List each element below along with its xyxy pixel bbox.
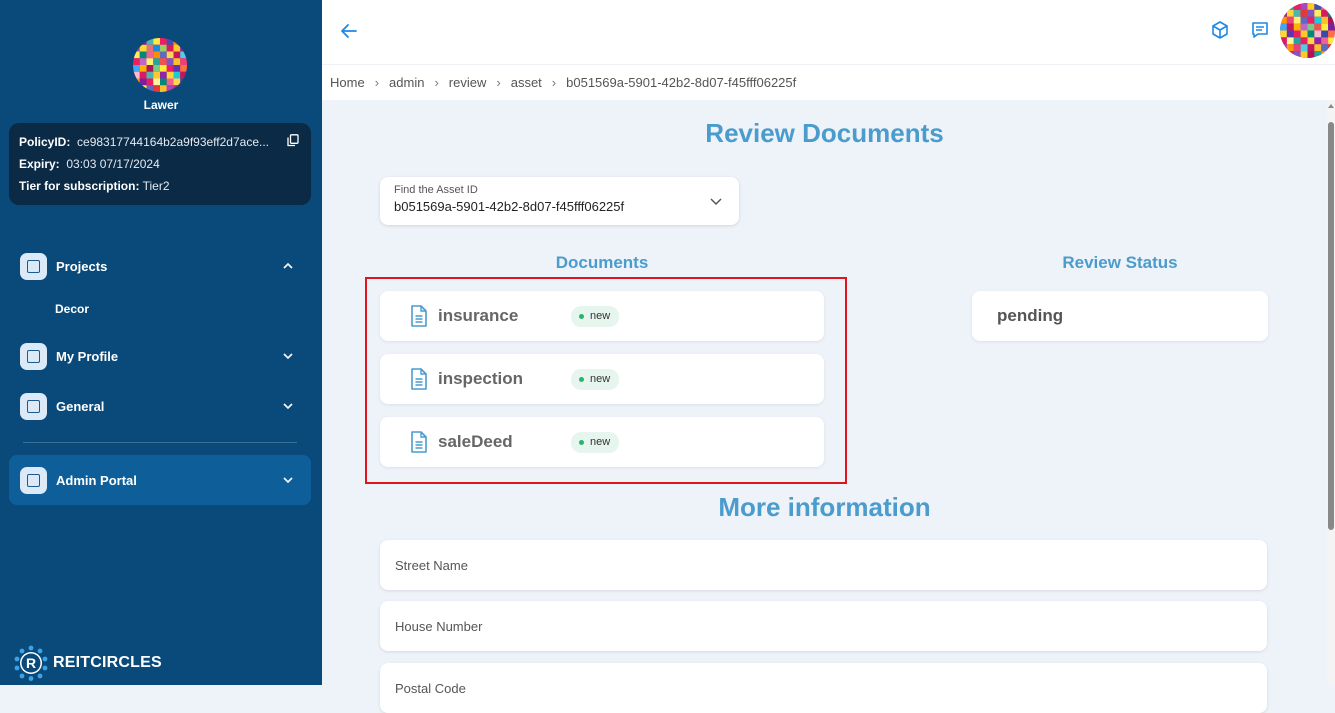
review-status-title: Review Status (1062, 253, 1178, 272)
scrollbar-thumb[interactable] (1328, 122, 1334, 530)
status-badge: new (571, 368, 620, 390)
user-name: Lawer (143, 98, 179, 112)
scrollbar[interactable] (1327, 100, 1335, 685)
general-icon (20, 392, 47, 420)
field-label: House Number (395, 618, 483, 634)
sidebar: Lawer PolicyID: ce98317744164b2a9f93eff2… (0, 0, 322, 685)
sidebar-item-general[interactable]: General (9, 381, 311, 431)
my-profile-icon (20, 342, 47, 370)
house-number-field[interactable]: House Number (380, 601, 1267, 651)
sidebar-item-label: General (56, 398, 105, 414)
asset-id-select-value: b051569a-5901-42b2-8d07-f45fff06225f (394, 199, 625, 214)
badge-label: new (590, 310, 611, 322)
breadcrumb-asset-id: b051569a-5901-42b2-8d07-f45fff06225f (566, 75, 797, 90)
field-label: Postal Code (395, 680, 466, 696)
chevron-down-icon (283, 403, 293, 410)
sidebar-item-label: Projects (56, 258, 108, 274)
document-icon (411, 305, 427, 327)
chevron-right-icon: › (434, 75, 439, 90)
svg-text:R: R (26, 655, 36, 671)
review-status-value: pending (972, 291, 1268, 341)
chevron-right-icon: › (374, 75, 380, 90)
breadcrumb-asset[interactable]: asset (511, 75, 542, 90)
main-content: Review Documents Find the Asset ID b0515… (322, 100, 1327, 713)
field-label: Street Name (395, 557, 468, 573)
page-title: Review Documents (705, 118, 944, 148)
admin-portal-icon (20, 466, 47, 494)
breadcrumb: Home › admin › review › asset › b051569a… (322, 64, 1335, 100)
chevron-down-icon (710, 198, 722, 206)
asset-id-select[interactable]: Find the Asset ID b051569a-5901-42b2-8d0… (380, 177, 739, 225)
expiry-value: 03:03 07/17/2024 (66, 157, 160, 171)
document-icon (411, 368, 427, 390)
status-badge: new (571, 305, 620, 327)
breadcrumb-admin[interactable]: admin (389, 75, 424, 90)
document-card-saledeed[interactable]: saleDeed new (380, 417, 824, 467)
scroll-up-arrow-icon[interactable] (1327, 102, 1335, 110)
chevron-up-icon (283, 262, 293, 269)
chevron-right-icon: › (551, 75, 557, 90)
sidebar-divider (23, 442, 297, 443)
breadcrumb-home[interactable]: Home (330, 75, 365, 90)
expiry-row: Expiry: 03:03 07/17/2024 (19, 156, 301, 178)
chat-icon[interactable] (1250, 20, 1270, 40)
document-card-insurance[interactable]: insurance new (380, 291, 824, 341)
sidebar-subitem-decor[interactable]: Decor (55, 302, 89, 316)
document-name: saleDeed (438, 432, 513, 451)
profile-avatar[interactable] (1280, 3, 1335, 58)
projects-icon (20, 252, 47, 280)
reitcircles-logo-icon: R (14, 645, 48, 681)
document-name: insurance (438, 306, 519, 325)
document-name: inspection (438, 369, 524, 388)
chevron-right-icon: › (496, 75, 501, 90)
tier-value: Tier2 (142, 179, 170, 193)
top-bar (322, 0, 1335, 64)
postal-code-field[interactable]: Postal Code (380, 663, 1267, 713)
back-arrow-icon[interactable] (338, 20, 360, 42)
sidebar-item-label: My Profile (56, 348, 119, 364)
package-icon[interactable] (1210, 20, 1230, 40)
asset-id-select-label: Find the Asset ID (394, 184, 478, 196)
badge-label: new (590, 373, 611, 385)
chevron-down-icon (283, 477, 293, 484)
user-avatar[interactable] (133, 38, 187, 92)
tier-label: Tier for subscription: (19, 179, 140, 193)
documents-title: Documents (555, 253, 649, 272)
sidebar-item-projects[interactable]: Projects (9, 241, 311, 291)
sidebar-item-my-profile[interactable]: My Profile (9, 331, 311, 381)
policy-card: PolicyID: ce98317744164b2a9f93eff2d7ace.… (9, 123, 311, 205)
more-information-title: More information (718, 492, 931, 522)
policy-id-label: PolicyID: (19, 135, 71, 149)
street-name-field[interactable]: Street Name (380, 540, 1267, 590)
breadcrumb-review[interactable]: review (449, 75, 487, 90)
chevron-down-icon (283, 353, 293, 360)
sidebar-item-label: Admin Portal (56, 472, 137, 488)
policy-id-row: PolicyID: ce98317744164b2a9f93eff2d7ace.… (19, 134, 301, 156)
sidebar-item-admin-portal[interactable]: Admin Portal (9, 455, 311, 505)
document-icon (411, 431, 427, 453)
document-card-inspection[interactable]: inspection new (380, 354, 824, 404)
policy-id-value: ce98317744164b2a9f93eff2d7ace... (77, 135, 269, 149)
status-badge: new (571, 431, 620, 453)
tier-row: Tier for subscription: Tier2 (19, 178, 301, 200)
badge-label: new (590, 436, 611, 448)
brand[interactable]: R REITCIRCLES (13, 645, 162, 681)
copy-icon[interactable] (287, 134, 299, 147)
brand-name: REITCIRCLES (53, 654, 162, 671)
expiry-label: Expiry: (19, 157, 60, 171)
